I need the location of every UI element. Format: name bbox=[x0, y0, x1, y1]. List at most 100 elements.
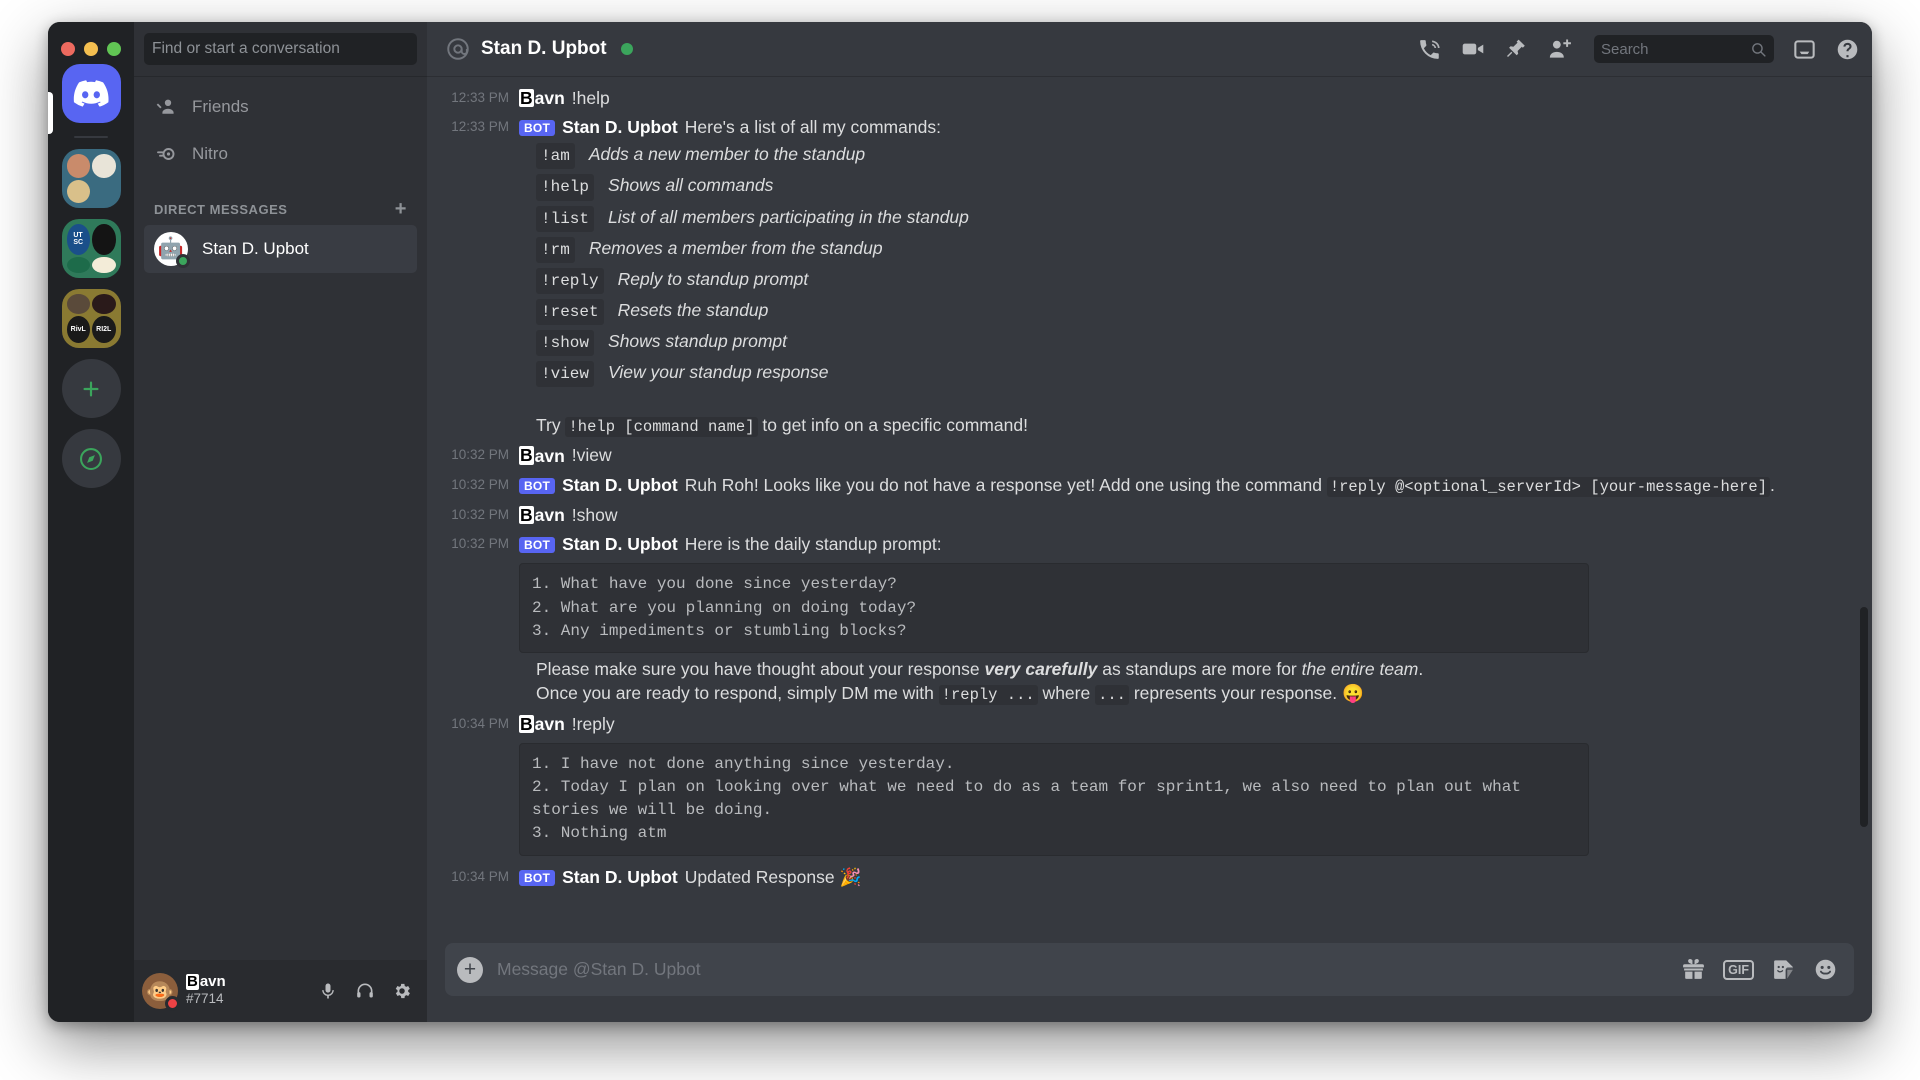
command-name: !help bbox=[536, 174, 595, 201]
message-row: 10:32 PM Bavn !view bbox=[427, 440, 1872, 469]
message-content: Bavn !reply 1. I have not done anything s… bbox=[519, 711, 1816, 860]
message-input-area: + Message @Stan D. Upbot GIF bbox=[427, 943, 1872, 1022]
create-dm-button[interactable]: + bbox=[395, 199, 407, 219]
message-content: BOT Stan D. Upbot Ruh Roh! Looks like you … bbox=[519, 472, 1816, 498]
current-user-tag: #7714 bbox=[186, 991, 224, 1007]
gift-button[interactable] bbox=[1681, 957, 1706, 982]
sidebar-item-nitro[interactable]: Nitro bbox=[144, 132, 417, 176]
active-server-indicator bbox=[48, 92, 53, 134]
message-author[interactable]: Bavn bbox=[519, 86, 565, 110]
message-scrollbar[interactable] bbox=[1860, 607, 1868, 827]
note-text-a: Please make sure you have thought about … bbox=[536, 659, 985, 680]
maximize-window-button[interactable] bbox=[107, 42, 121, 56]
try-suffix: to get info on a specific command! bbox=[757, 415, 1028, 436]
message-author[interactable]: Bavn bbox=[519, 712, 565, 736]
message-content: Bavn !view bbox=[519, 442, 1816, 467]
discord-window: UT SC RivL RI2L Find or start a conversa… bbox=[48, 22, 1872, 1022]
start-video-call-button[interactable] bbox=[1460, 36, 1486, 62]
gif-button[interactable]: GIF bbox=[1723, 959, 1754, 980]
server-folder-1[interactable] bbox=[61, 149, 121, 208]
try-hint-line: Try !help [command name] to get info on … bbox=[519, 413, 1816, 438]
video-camera-icon bbox=[1462, 43, 1484, 55]
current-user-avatar[interactable]: 🐵 bbox=[142, 973, 180, 1011]
dm-item-label: Stan D. Upbot bbox=[202, 239, 309, 258]
sidebar-nav-list: Friends Nitro DIRECT MESSAGES + 🤖 Stan D… bbox=[134, 77, 427, 960]
message-author[interactable]: Stan D. Upbot bbox=[562, 532, 678, 556]
current-user-name-prefix: B bbox=[186, 972, 199, 990]
mute-button[interactable] bbox=[311, 974, 345, 1008]
message-input-bar[interactable]: + Message @Stan D. Upbot GIF bbox=[445, 943, 1854, 996]
server-rail: UT SC RivL RI2L bbox=[48, 22, 134, 1022]
help-button[interactable] bbox=[1835, 37, 1860, 62]
server-folder-2[interactable]: UT SC bbox=[61, 219, 121, 278]
note2-text-a: Once you are ready to respond, simply DM… bbox=[536, 683, 939, 704]
message-author[interactable]: Stan D. Upbot bbox=[562, 865, 678, 889]
message-author[interactable]: Stan D. Upbot bbox=[562, 473, 678, 497]
search-input[interactable]: Search bbox=[1594, 35, 1774, 63]
message-text: Here's a list of all my commands: bbox=[684, 117, 941, 138]
home-button[interactable] bbox=[61, 64, 121, 123]
headphones-icon bbox=[357, 983, 373, 998]
message-timestamp: 10:32 PM bbox=[451, 536, 509, 552]
gear-icon bbox=[395, 983, 410, 999]
message-row: 10:32 PM BOT Stan D. Upbot Here is the dai… bbox=[427, 529, 1872, 708]
pinned-messages-button[interactable] bbox=[1504, 37, 1528, 61]
compass-icon bbox=[80, 447, 102, 470]
user-reply-codeblock: 1. I have not done anything since yester… bbox=[519, 742, 1589, 856]
server-folder-3[interactable]: RivL RI2L bbox=[61, 289, 121, 348]
sidebar-item-friends[interactable]: Friends bbox=[144, 85, 417, 129]
direct-messages-header: DIRECT MESSAGES + bbox=[144, 179, 417, 225]
message-content: BOT Stan D. Upbot Updated Response 🎉 bbox=[519, 864, 1816, 889]
sticker-button[interactable] bbox=[1771, 957, 1796, 982]
explore-servers-button[interactable] bbox=[61, 429, 121, 488]
desktop-background: UT SC RivL RI2L Find or start a conversa… bbox=[0, 0, 1920, 1080]
bot-badge: BOT bbox=[519, 537, 556, 554]
message-text: !reply bbox=[571, 713, 615, 734]
command-name: !am bbox=[536, 143, 575, 170]
message-timestamp: 12:33 PM bbox=[451, 90, 509, 105]
inbox-icon bbox=[1794, 39, 1815, 59]
message-content: BOT Stan D. Upbot Here's a list of all my … bbox=[519, 114, 1816, 438]
bot-badge: BOT bbox=[519, 120, 556, 137]
phone-call-icon bbox=[1420, 39, 1440, 59]
message-content: Bavn !help bbox=[519, 85, 1816, 110]
sticker-icon bbox=[1774, 960, 1793, 979]
command-description: View your standup response bbox=[608, 361, 829, 382]
message-text: !show bbox=[571, 505, 618, 526]
message-list[interactable]: 12:33 PM Bavn !help 12:33 PM BOT Stan D. U… bbox=[427, 77, 1872, 943]
message-input[interactable]: Message @Stan D. Upbot bbox=[497, 959, 1667, 980]
message-content: Bavn !show bbox=[519, 502, 1816, 527]
microphone-icon bbox=[322, 983, 334, 999]
note-text-c: . bbox=[1418, 659, 1424, 680]
inbox-button[interactable] bbox=[1792, 37, 1817, 62]
message-text: Here is the daily standup prompt: bbox=[684, 534, 942, 555]
dm-item-stan-d-upbot[interactable]: 🤖 Stan D. Upbot bbox=[144, 225, 417, 273]
plus-icon bbox=[83, 380, 99, 397]
message-author[interactable]: Stan D. Upbot bbox=[562, 115, 678, 139]
message-author[interactable]: Bavn bbox=[519, 444, 565, 468]
deafen-button[interactable] bbox=[348, 974, 382, 1008]
chat-main: Stan D. Upbot Search 12:33 PM B avn !hel… bbox=[427, 22, 1872, 1022]
tongue-emoji-icon: 😛 bbox=[1342, 683, 1364, 704]
message-content: BOT Stan D. Upbot Here is the daily standu… bbox=[519, 531, 1816, 706]
add-server-button[interactable] bbox=[61, 359, 121, 418]
settings-button[interactable] bbox=[385, 974, 419, 1008]
search-icon bbox=[1750, 41, 1767, 58]
note-italic: the entire team bbox=[1301, 659, 1419, 680]
emoji-button[interactable] bbox=[1813, 957, 1838, 982]
minimize-window-button[interactable] bbox=[84, 42, 98, 56]
dm-sidebar: Find or start a conversation Friends Nit… bbox=[134, 22, 427, 1022]
start-call-button[interactable] bbox=[1417, 37, 1442, 62]
message-author[interactable]: Bavn bbox=[519, 503, 565, 527]
find-conversation-input[interactable]: Find or start a conversation bbox=[144, 33, 417, 65]
search-placeholder: Search bbox=[1601, 40, 1649, 58]
add-friends-button[interactable] bbox=[1546, 36, 1572, 62]
standup-prompt-codeblock: 1. What have you done since yesterday? 2… bbox=[519, 563, 1589, 654]
message-text-after: . bbox=[1770, 474, 1775, 495]
upload-attachment-button[interactable]: + bbox=[457, 956, 483, 983]
bot-badge: BOT bbox=[519, 477, 556, 494]
input-action-icons: GIF bbox=[1681, 957, 1838, 982]
command-name: !reset bbox=[536, 298, 604, 325]
message-timestamp: 10:32 PM bbox=[451, 507, 509, 523]
close-window-button[interactable] bbox=[61, 42, 75, 56]
